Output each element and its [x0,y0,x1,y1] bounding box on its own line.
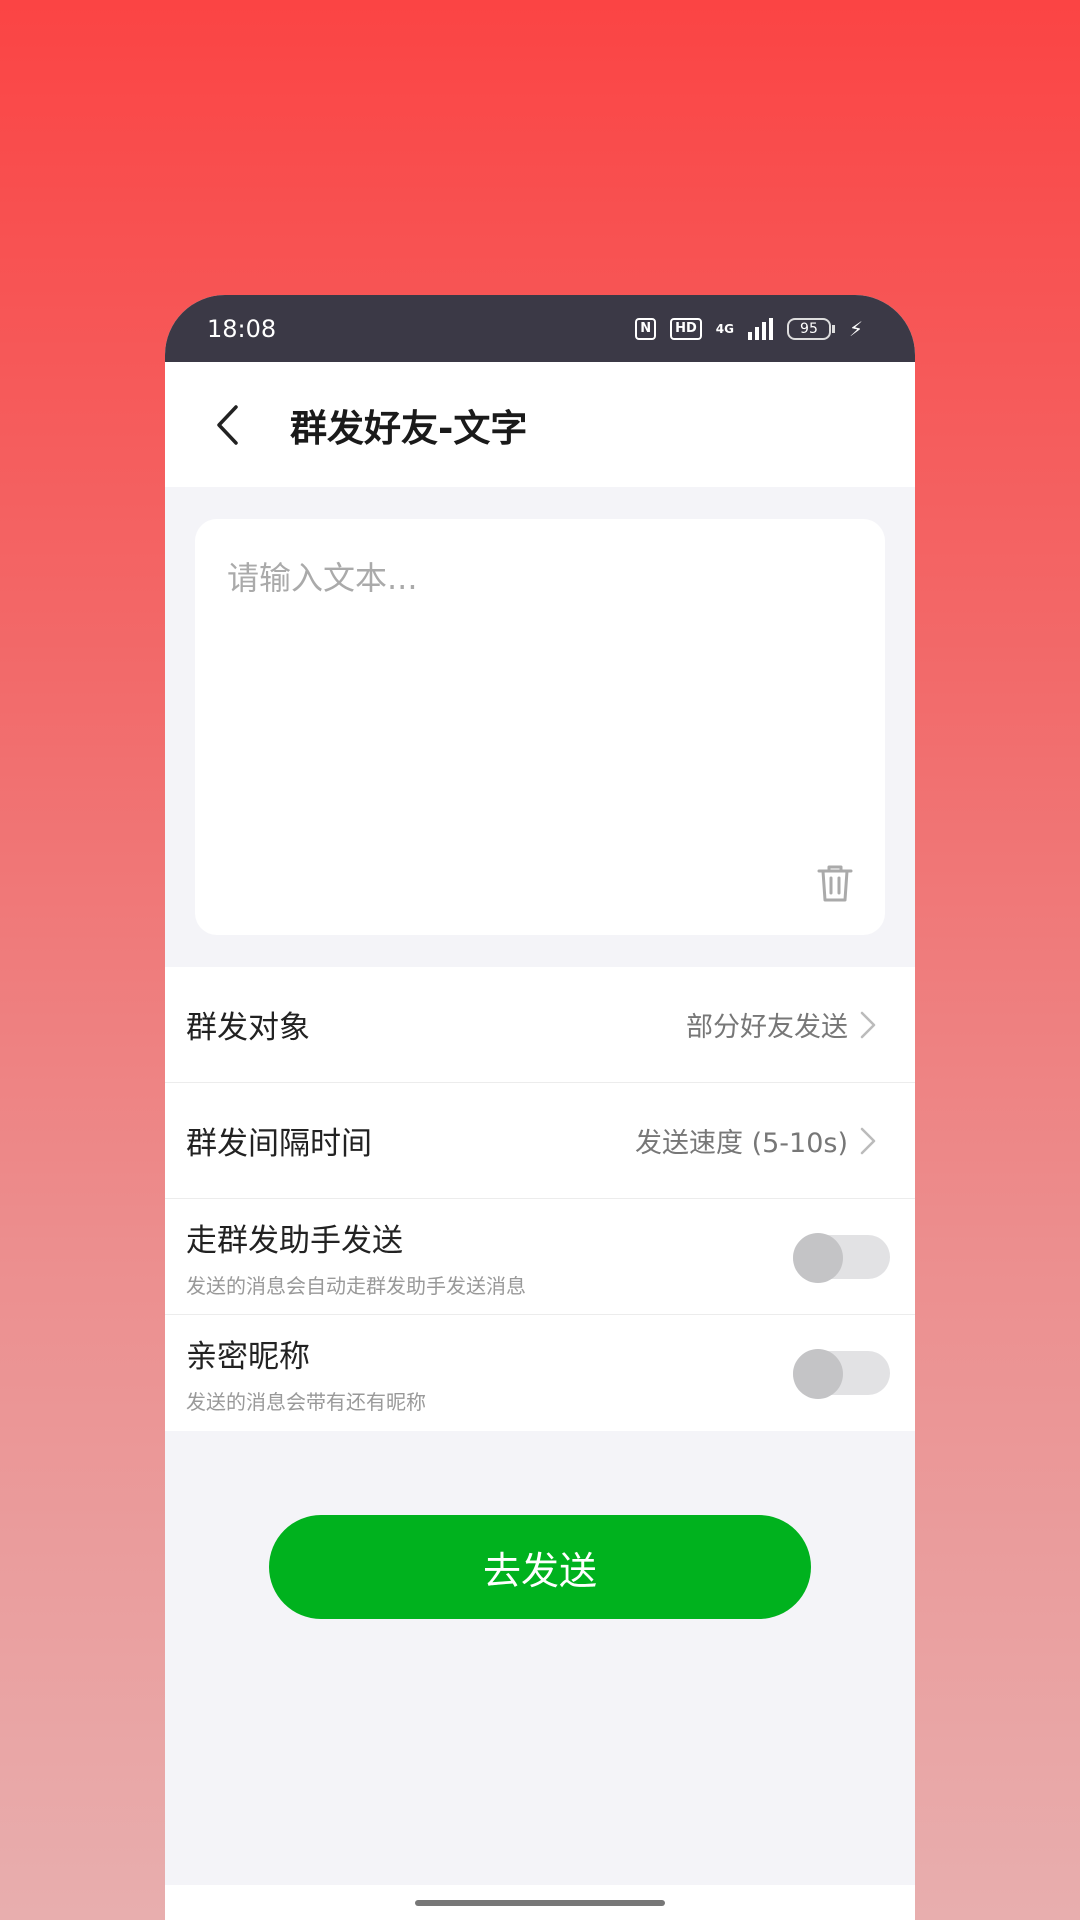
signal-icon [747,317,773,340]
row-nickname: 亲密昵称 发送的消息会带有还有昵称 [165,1315,915,1431]
target-label: 群发对象 [186,1010,310,1046]
chevron-right-icon [860,1127,876,1154]
status-icons: N HD 4G 95 ⚡ [635,317,863,341]
header: 群发好友-文字 [165,362,915,487]
assistant-label: 走群发助手发送 [186,1222,403,1259]
interval-value: 发送速度 (5-10s) [635,1128,848,1159]
assistant-sub: 发送的消息会自动走群发助手发送消息 [186,1273,526,1298]
nickname-label: 亲密昵称 [186,1339,310,1375]
battery-icon: 95 [786,317,835,340]
row-assistant: 走群发助手发送 发送的消息会自动走群发助手发送消息 [165,1199,915,1315]
status-bar: 18:08 N HD 4G 95 ⚡ [165,295,915,362]
back-icon[interactable] [205,403,249,447]
row-interval[interactable]: 群发间隔时间 发送速度 (5-10s) [165,1083,915,1199]
settings-list: 群发对象 部分好友发送 群发间隔时间 发送速度 (5-10s) 走群发助手发送 … [165,967,915,1431]
home-indicator[interactable] [415,1899,665,1906]
nickname-sub: 发送的消息会带有还有昵称 [186,1390,426,1414]
nfc-icon: N [635,317,657,340]
hd-icon: HD [670,317,702,340]
trash-icon[interactable] [817,863,853,903]
navigation-bar [165,1885,915,1920]
page-title: 群发好友-文字 [290,406,528,450]
network-type: 4G [715,321,734,336]
editor-section [165,487,915,967]
nickname-toggle[interactable] [793,1349,890,1399]
send-section: 去发送 [165,1431,915,1619]
battery-level: 95 [786,317,831,340]
chevron-right-icon [860,1011,876,1038]
editor-card [195,519,885,935]
send-button[interactable]: 去发送 [269,1515,811,1619]
phone-frame: 18:08 N HD 4G 95 ⚡ 群发好友-文字 请输入文本... 群发对象… [165,295,915,1920]
row-target[interactable]: 群发对象 部分好友发送 [165,967,915,1083]
charging-icon: ⚡ [848,316,863,341]
target-value: 部分好友发送 [686,1012,848,1043]
assistant-toggle[interactable] [793,1232,890,1283]
status-time: 18:08 [207,314,277,343]
interval-label: 群发间隔时间 [186,1126,372,1162]
message-textarea[interactable] [227,553,853,853]
